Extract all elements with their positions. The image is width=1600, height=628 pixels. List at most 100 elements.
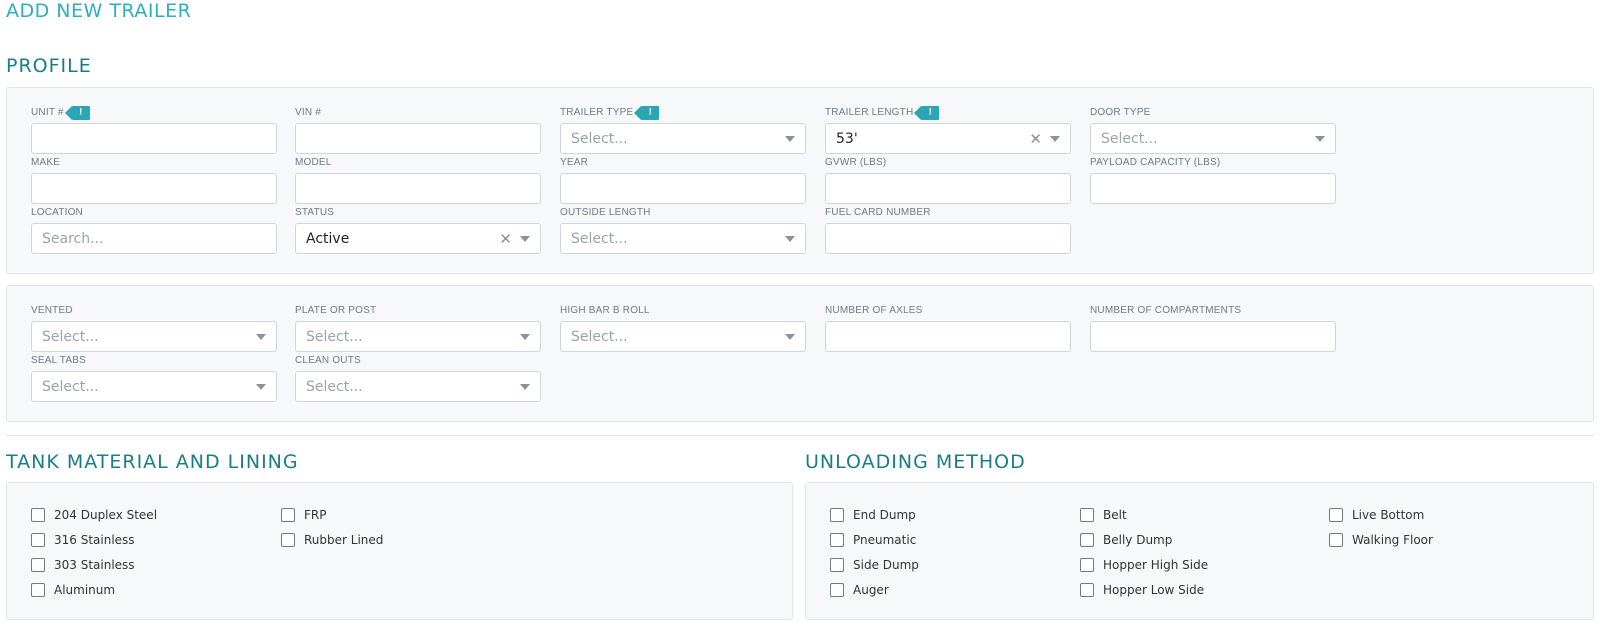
chevron-down-icon	[785, 235, 795, 242]
vin-label: VIN #	[295, 107, 322, 118]
fuel-card-field: FUEL CARD NUMBER	[825, 206, 1071, 254]
clean-outs-label: CLEAN OUTS	[295, 355, 361, 366]
checkbox-icon[interactable]	[281, 533, 295, 547]
checkbox-icon[interactable]	[31, 508, 45, 522]
plate-or-post-select[interactable]: Select...	[295, 321, 541, 352]
clear-icon[interactable]: ✕	[499, 230, 512, 248]
checkbox-side-dump[interactable]: Side Dump	[830, 558, 919, 572]
high-bar-field: HIGH BAR B ROLL Select...	[560, 304, 806, 352]
tank-material-title: TANK MATERIAL AND LINING	[6, 451, 299, 473]
model-input[interactable]	[295, 173, 541, 204]
seal-tabs-field: SEAL TABS Select...	[31, 354, 277, 402]
axles-input[interactable]	[825, 321, 1071, 352]
checkbox-hopper-low-side[interactable]: Hopper Low Side	[1080, 583, 1204, 597]
year-input[interactable]	[560, 173, 806, 204]
page-title: ADD NEW TRAILER	[6, 0, 192, 22]
checkbox-end-dump[interactable]: End Dump	[830, 508, 916, 522]
trailer-type-field: TRAILER TYPE! Select...	[560, 106, 806, 154]
checkbox-316-stainless[interactable]: 316 Stainless	[31, 533, 135, 547]
required-icon: !	[914, 106, 940, 120]
chevron-down-icon	[785, 135, 795, 142]
checkbox-belly-dump[interactable]: Belly Dump	[1080, 533, 1172, 547]
checkbox-live-bottom[interactable]: Live Bottom	[1329, 508, 1424, 522]
fuel-card-input[interactable]	[825, 223, 1071, 254]
unit-field: UNIT #!	[31, 106, 277, 154]
payload-input[interactable]	[1090, 173, 1336, 204]
compartments-input[interactable]	[1090, 321, 1336, 352]
model-field: MODEL	[295, 156, 541, 204]
axles-field: NUMBER OF AXLES	[825, 304, 1071, 352]
vin-input[interactable]	[295, 123, 541, 154]
checkbox-icon[interactable]	[1080, 533, 1094, 547]
outside-length-label: OUTSIDE LENGTH	[560, 207, 651, 218]
checkbox-icon[interactable]	[31, 533, 45, 547]
status-select[interactable]: Active ✕	[295, 223, 541, 254]
checkbox-pneumatic[interactable]: Pneumatic	[830, 533, 916, 547]
gvwr-field: GVWR (LBS)	[825, 156, 1071, 204]
payload-label: PAYLOAD CAPACITY (LBS)	[1090, 157, 1221, 168]
chevron-down-icon	[520, 235, 530, 242]
checkbox-303-stainless[interactable]: 303 Stainless	[31, 558, 135, 572]
status-label: STATUS	[295, 207, 335, 218]
checkbox-icon[interactable]	[830, 558, 844, 572]
checkbox-icon[interactable]	[830, 583, 844, 597]
checkbox-icon[interactable]	[830, 533, 844, 547]
outside-length-select[interactable]: Select...	[560, 223, 806, 254]
clean-outs-select[interactable]: Select...	[295, 371, 541, 402]
plate-or-post-field: PLATE OR POST Select...	[295, 304, 541, 352]
checkbox-frp[interactable]: FRP	[281, 508, 326, 522]
axles-label: NUMBER OF AXLES	[825, 305, 923, 316]
make-input[interactable]	[31, 173, 277, 204]
vented-label: VENTED	[31, 305, 73, 316]
payload-field: PAYLOAD CAPACITY (LBS)	[1090, 156, 1336, 204]
checkbox-belt[interactable]: Belt	[1080, 508, 1127, 522]
checkbox-icon[interactable]	[281, 508, 295, 522]
vented-select[interactable]: Select...	[31, 321, 277, 352]
checkbox-icon[interactable]	[1329, 533, 1343, 547]
checkbox-icon[interactable]	[1080, 508, 1094, 522]
checkbox-icon[interactable]	[830, 508, 844, 522]
checkbox-icon[interactable]	[31, 583, 45, 597]
checkbox-204-duplex-steel[interactable]: 204 Duplex Steel	[31, 508, 157, 522]
clear-icon[interactable]: ✕	[1029, 130, 1042, 148]
compartments-field: NUMBER OF COMPARTMENTS	[1090, 304, 1336, 352]
make-field: MAKE	[31, 156, 277, 204]
trailer-length-select[interactable]: 53' ✕	[825, 123, 1071, 154]
location-label: LOCATION	[31, 207, 83, 218]
high-bar-select[interactable]: Select...	[560, 321, 806, 352]
seal-tabs-select[interactable]: Select...	[31, 371, 277, 402]
tank-material-panel: 204 Duplex Steel 316 Stainless 303 Stain…	[6, 482, 793, 620]
trailer-type-select[interactable]: Select...	[560, 123, 806, 154]
compartments-label: NUMBER OF COMPARTMENTS	[1090, 305, 1242, 316]
fuel-card-label: FUEL CARD NUMBER	[825, 207, 931, 218]
checkbox-icon[interactable]	[1329, 508, 1343, 522]
checkbox-aluminum[interactable]: Aluminum	[31, 583, 115, 597]
checkbox-icon[interactable]	[1080, 558, 1094, 572]
gvwr-input[interactable]	[825, 173, 1071, 204]
required-icon: !	[64, 106, 90, 120]
year-field: YEAR	[560, 156, 806, 204]
plate-or-post-label: PLATE OR POST	[295, 305, 377, 316]
unit-input[interactable]	[31, 123, 277, 154]
checkbox-walking-floor[interactable]: Walking Floor	[1329, 533, 1433, 547]
gvwr-label: GVWR (LBS)	[825, 157, 887, 168]
chevron-down-icon	[785, 333, 795, 340]
specs-panel: VENTED Select... PLATE OR POST Select...…	[6, 285, 1594, 422]
status-field: STATUS Active ✕	[295, 206, 541, 254]
year-label: YEAR	[560, 157, 589, 168]
checkbox-rubber-lined[interactable]: Rubber Lined	[281, 533, 383, 547]
vented-field: VENTED Select...	[31, 304, 277, 352]
section-divider	[6, 435, 1594, 436]
checkbox-icon[interactable]	[31, 558, 45, 572]
trailer-length-label: TRAILER LENGTH	[825, 107, 914, 118]
checkbox-icon[interactable]	[1080, 583, 1094, 597]
unloading-method-title: UNLOADING METHOD	[805, 451, 1026, 473]
location-search-input[interactable]: Search...	[31, 223, 277, 254]
door-type-field: DOOR TYPE Select...	[1090, 106, 1336, 154]
door-type-select[interactable]: Select...	[1090, 123, 1336, 154]
door-type-label: DOOR TYPE	[1090, 107, 1151, 118]
checkbox-auger[interactable]: Auger	[830, 583, 889, 597]
high-bar-label: HIGH BAR B ROLL	[560, 305, 650, 316]
trailer-length-field: TRAILER LENGTH! 53' ✕	[825, 106, 1071, 154]
checkbox-hopper-high-side[interactable]: Hopper High Side	[1080, 558, 1208, 572]
